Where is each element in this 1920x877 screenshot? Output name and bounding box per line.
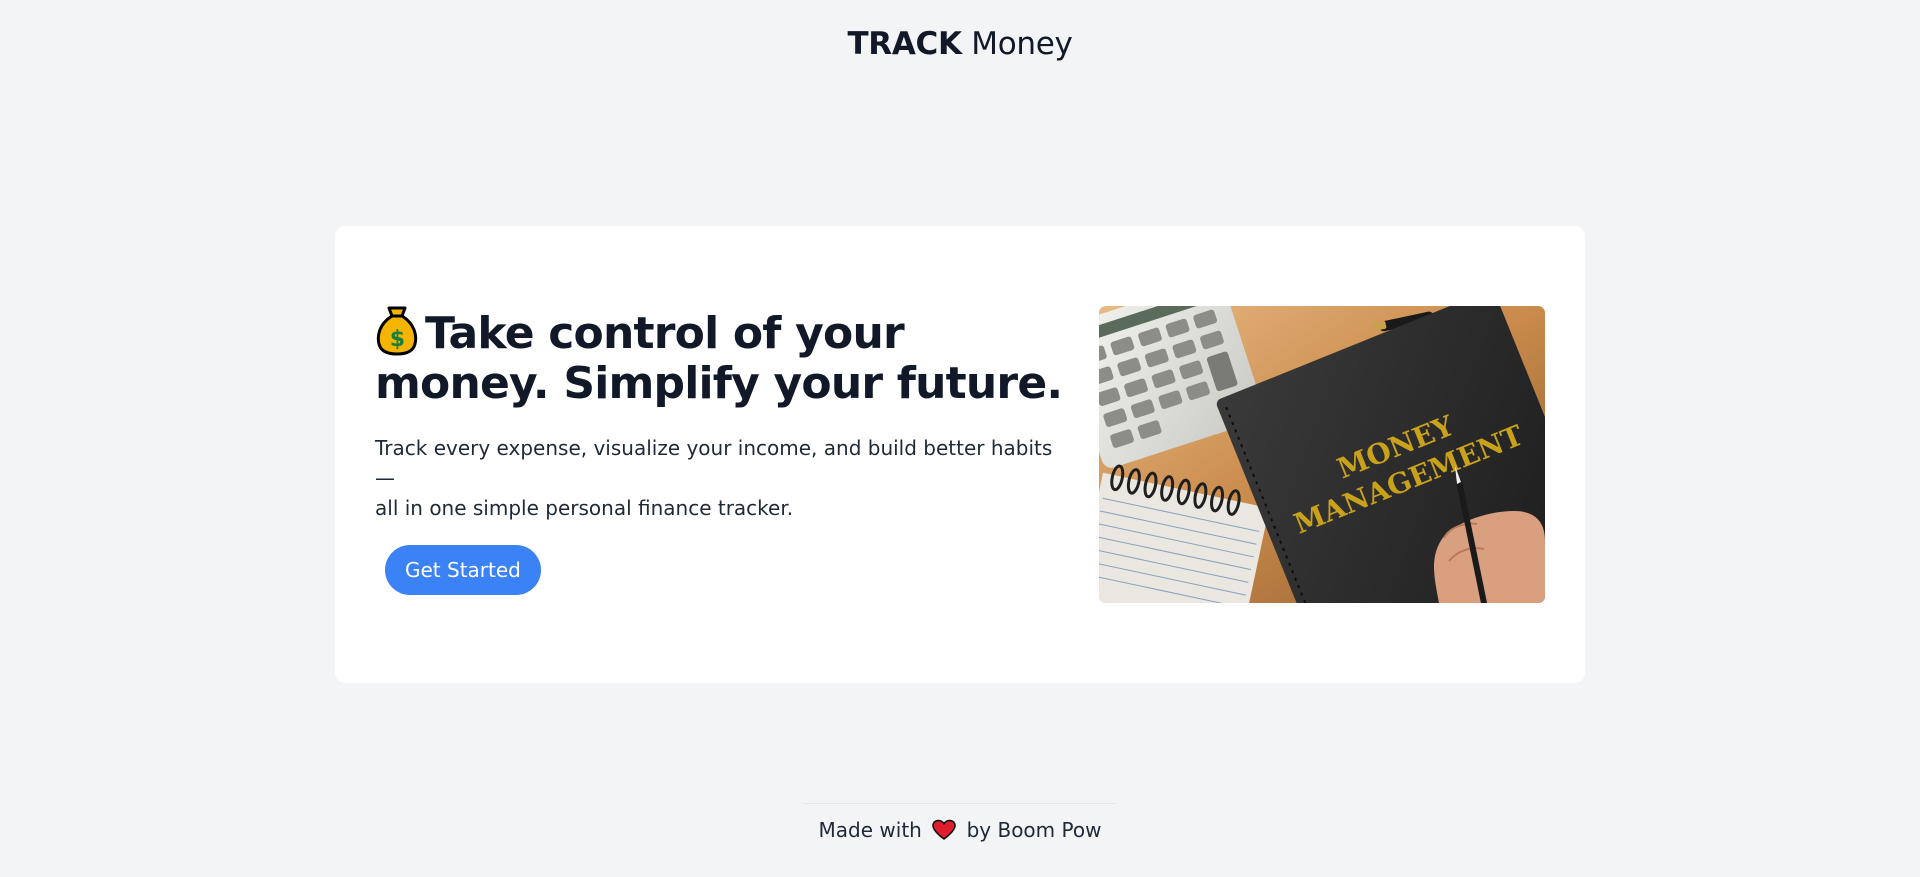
get-started-button[interactable]: Get Started [385,545,541,595]
footer-prefix: Made with [818,818,922,842]
hero-headline: $ Take control of your money. Simplify y… [375,304,1075,409]
subtitle-line-1: Track every expense, visualize your inco… [375,436,1053,490]
hero-card: $ Take control of your money. Simplify y… [335,226,1585,683]
money-bag-icon: $ [375,304,419,356]
hero-subtitle: Track every expense, visualize your inco… [375,433,1065,523]
footer: Made with by Boom Pow [0,813,1920,847]
headline-line-2: money. Simplify your future. [375,358,1063,409]
headline-line-1: Take control of your [425,308,905,359]
app-logo[interactable]: TRACK Money [0,22,1920,66]
heart-icon [932,817,957,840]
logo-bold-text: TRACK [847,26,962,62]
page: TRACK Money $ Take control of your money… [0,0,1920,877]
subtitle-line-2: all in one simple personal finance track… [375,496,794,520]
hero-image: MONEY MANAGEMENT [1099,306,1545,603]
svg-text:$: $ [390,327,405,352]
footer-divider [803,803,1116,804]
footer-suffix: by Boom Pow [966,818,1102,842]
hero-text: $ Take control of your money. Simplify y… [375,304,1075,595]
logo-light-text: Money [971,26,1073,62]
